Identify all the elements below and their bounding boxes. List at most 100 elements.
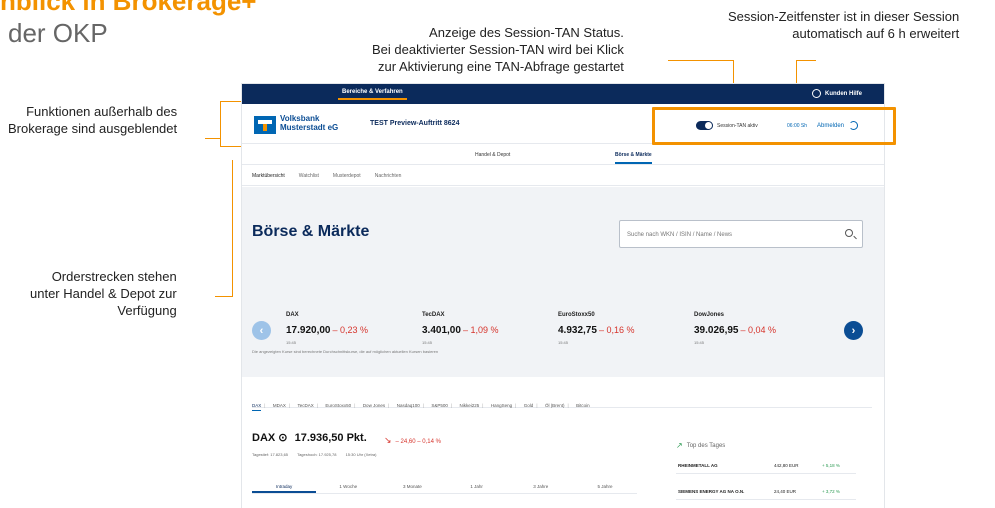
carousel-prev-button[interactable]: ‹ [252, 321, 271, 340]
carousel-next-button[interactable]: › [844, 321, 863, 340]
index-value: 17.920,00 [286, 325, 331, 336]
search-placeholder: Suche nach WKN / ISIN / Name / News [627, 232, 733, 238]
nav-boerse-maerkte[interactable]: Börse & Märkte [615, 152, 652, 164]
info-icon[interactable]: ⊙ [278, 432, 287, 444]
index-name: TecDAX [422, 312, 445, 318]
top-of-day-title: Top des Tages [686, 442, 726, 449]
dax-heading: DAX ⊙ 17.936,50 Pkt. [252, 431, 367, 444]
callout-session-tan: Anzeige des Session-TAN Status. Bei deak… [372, 24, 624, 75]
slide-subtitle: der OKP [8, 18, 108, 48]
subnav-item[interactable]: Watchlist [299, 173, 319, 179]
period-tab[interactable]: 5 Jahre [573, 476, 637, 493]
subnav-item[interactable]: Musterdepot [333, 173, 361, 179]
dax-value: 17.936,50 Pkt. [294, 432, 367, 444]
market-tab[interactable]: TecDAX [298, 403, 314, 408]
index-time: 15:45 [694, 340, 705, 345]
market-tab[interactable]: MDAX [273, 403, 286, 408]
index-name: DAX [286, 312, 299, 318]
index-value: 3.401,00 [422, 325, 461, 336]
connector-line [215, 296, 233, 297]
period-tab[interactable]: 1 Woche [316, 476, 380, 493]
connector-line [220, 138, 221, 146]
price-disclaimer: Die angezeigten Kurse sind berechnete Du… [252, 349, 439, 354]
index-time: 15:45 [422, 340, 433, 345]
stock-price: 442,80 EUR [774, 463, 799, 468]
index-value: 39.026,95 [694, 325, 739, 336]
connector-line [205, 138, 221, 139]
period-tab[interactable]: 3 Jahre [509, 476, 573, 493]
index-values: 4.932,75– 0,16 % [558, 320, 678, 338]
connector-line [232, 160, 233, 297]
index-name: DowJones [694, 312, 725, 318]
index-card-tecdax[interactable]: TecDAX 3.401,00– 1,09 % 15:45 [422, 312, 542, 345]
tab-separator: | [316, 403, 318, 408]
page-title: Börse & Märkte [252, 223, 370, 240]
stock-name: SIEMENS ENERGY AG NA O.N. [678, 489, 745, 494]
callout-line: Verfügung [117, 303, 177, 318]
market-tab[interactable]: S&P500 [431, 403, 448, 408]
market-tab[interactable]: DAX [252, 403, 262, 411]
period-tab[interactable]: 3 Monate [380, 476, 444, 493]
market-tabs: DAX | MDAX | TecDAX | EuroStoxx50 | Dow Jone… [252, 394, 872, 411]
subnav-item[interactable]: Nachrichten [375, 173, 402, 179]
dax-label: DAX [252, 432, 276, 444]
arrow-left-icon: ‹ [259, 324, 264, 337]
search-input[interactable]: Suche nach WKN / ISIN / Name / News [619, 220, 863, 248]
main-nav: Handel & Depot Börse & Märkte [242, 145, 884, 165]
callout-line: Anzeige des Session-TAN Status. [429, 25, 624, 40]
tab-separator: | [354, 403, 356, 408]
subnav-item[interactable]: Marktübersicht [252, 173, 285, 179]
market-tab[interactable]: Nikkei225 [460, 403, 480, 408]
connector-line [220, 101, 221, 138]
market-tab[interactable]: EuroStoxx50 [325, 403, 351, 408]
topbar-item-bereiche[interactable]: Bereiche & Verfahren [338, 89, 407, 100]
index-values: 3.401,00– 1,09 % [422, 320, 542, 338]
topbar-item-kunden[interactable]: Kunden Hilfe [812, 89, 862, 98]
bank-name-line: Musterstadt eG [280, 123, 339, 132]
tab-separator: | [567, 403, 569, 408]
tab-separator: | [422, 403, 424, 408]
dax-stat: Tageshoch: 17.925,78 [297, 452, 337, 457]
market-tab[interactable]: Nasdaq100 [397, 403, 420, 408]
dax-stat: 15:30 Uhr (Xetra) [345, 452, 377, 457]
callout-line: unter Handel & Depot zur [30, 286, 177, 301]
callout-line: Orderstrecken stehen [51, 269, 177, 284]
highlight-frame [652, 107, 896, 145]
tab-separator: | [388, 403, 390, 408]
index-change: – 0,23 % [332, 325, 369, 335]
trend-down-icon: ↘ [384, 435, 392, 445]
callout-line: Brokerage sind ausgeblendet [8, 121, 178, 136]
index-time: 15:45 [286, 340, 297, 345]
period-tab[interactable]: 1 Jahr [445, 476, 509, 493]
preview-label: TEST Preview-Auftritt 8624 [370, 120, 460, 127]
search-icon[interactable] [845, 229, 853, 237]
stock-name: RHEINMETALL AG [678, 463, 718, 468]
market-tab[interactable]: Bitcoin [576, 403, 590, 408]
stock-change: + 3,72 % [822, 489, 840, 494]
index-name: EuroStoxx50 [558, 312, 595, 318]
user-icon [812, 89, 821, 98]
tab-separator: | [264, 403, 266, 408]
index-card-eurostoxx50[interactable]: EuroStoxx50 4.932,75– 0,16 % 15:45 [558, 312, 678, 345]
slide-title: nblick in Brokerage+ [0, 0, 257, 16]
callout-line: zur Aktivierung eine TAN-Abfrage gestart… [377, 59, 624, 74]
bank-logo-icon[interactable] [254, 116, 276, 134]
index-card-dowjones[interactable]: DowJones 39.026,95– 0,04 % 15:45 [694, 312, 814, 345]
connector-line [220, 101, 242, 102]
callout-line: Session-Zeitfenster ist in dieser Sessio… [728, 9, 960, 24]
list-item[interactable]: RHEINMETALL AG 442,80 EUR + 5,18 % [676, 458, 856, 474]
dax-change-value: – 24,60 – 0,14 % [395, 439, 441, 445]
dax-stat: Tagestief: 17.823,65 [252, 452, 289, 457]
market-tab[interactable]: Gold [524, 403, 534, 408]
bank-name-line: Volksbank [280, 114, 320, 123]
index-card-dax[interactable]: DAX 17.920,00– 0,23 % 15:45 [286, 312, 406, 345]
nav-handel-depot[interactable]: Handel & Depot [475, 152, 510, 158]
market-tab[interactable]: Dow Jones [363, 403, 385, 408]
period-tab[interactable]: Intraday [252, 476, 317, 493]
callout-session-window: Session-Zeitfenster ist in dieser Sessio… [728, 8, 959, 42]
callout-line: automatisch auf 6 h erweitert [792, 26, 960, 41]
brokerage-app: Bereiche & Verfahren Kunden Hilfe Volksb… [242, 84, 884, 508]
market-tab[interactable]: Öl (Brent) [545, 403, 565, 408]
market-tab[interactable]: HangSeng [491, 403, 512, 408]
list-item[interactable]: SIEMENS ENERGY AG NA O.N. 24,40 EUR + 3,… [676, 484, 856, 500]
